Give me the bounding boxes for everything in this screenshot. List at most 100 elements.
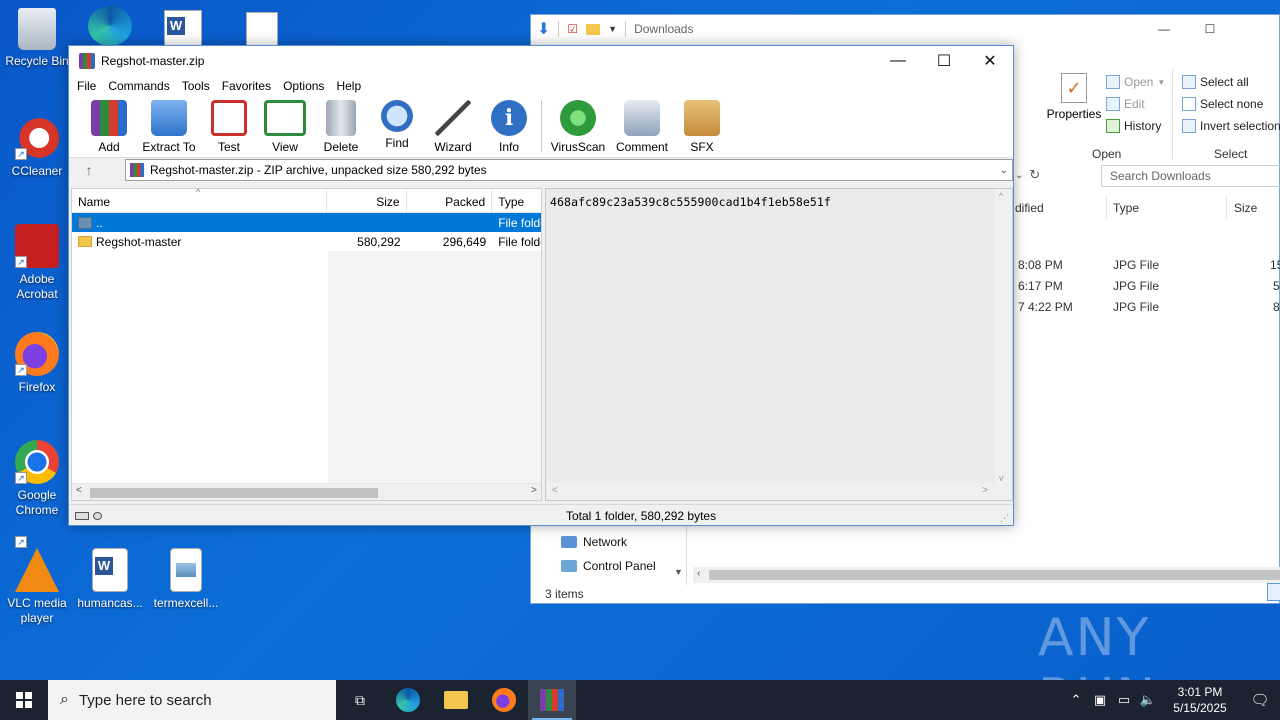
zip-archive-icon: [130, 163, 144, 177]
taskbar-firefox-button[interactable]: [480, 680, 528, 720]
column-header-packed[interactable]: Packed: [407, 189, 493, 212]
toolbar-info-button[interactable]: i Info: [481, 100, 537, 154]
drive-status-icons[interactable]: [75, 511, 102, 520]
magnifier-icon: [381, 100, 413, 132]
toolbar-comment-button[interactable]: Comment: [610, 100, 674, 154]
history-icon: [1106, 119, 1120, 133]
image-desktop-icon[interactable]: [246, 12, 278, 46]
winrar-title-bar[interactable]: Regshot-master.zip — ☐ ✕: [69, 46, 1013, 76]
desktop-icon-termexcell[interactable]: termexcell...: [150, 548, 222, 611]
nav-item-network[interactable]: Network: [561, 535, 627, 549]
maximize-button[interactable]: ☐: [921, 46, 967, 76]
toolbar-find-button[interactable]: Find: [369, 100, 425, 150]
table-row[interactable]: Regshot-master 580,292 296,649 File fold…: [72, 232, 541, 251]
word-desktop-icon[interactable]: W: [164, 10, 202, 46]
archive-file-list[interactable]: Name^ Size Packed Type .. File folder Re…: [71, 188, 542, 501]
file-type: JPG File: [1113, 300, 1160, 314]
properties-group[interactable]: ✓ Properties: [1044, 73, 1104, 121]
toolbar-wizard-button[interactable]: Wizard: [425, 100, 481, 154]
column-header-type[interactable]: Type: [1113, 201, 1139, 215]
close-button[interactable]: ✕: [967, 46, 1013, 76]
search-input[interactable]: Search Downloads: [1101, 165, 1280, 187]
menu-tools[interactable]: Tools: [176, 79, 216, 93]
menu-file[interactable]: File: [71, 79, 102, 93]
chevron-down-icon[interactable]: ⌄: [1000, 165, 1008, 176]
task-view-button[interactable]: ⧉: [336, 680, 384, 720]
taskbar-edge-button[interactable]: [384, 680, 432, 720]
taskbar-search-box[interactable]: ⌕ Type here to search: [48, 680, 336, 720]
toolbar-add-button[interactable]: Add: [81, 100, 137, 154]
close-button[interactable]: [1233, 15, 1279, 43]
up-arrow-icon[interactable]: ↑: [69, 162, 109, 178]
desktop-icon-label: Recycle Bin: [5, 54, 69, 68]
history-button[interactable]: History: [1106, 115, 1165, 137]
scroll-left-arrow[interactable]: <: [76, 485, 82, 496]
column-header-size[interactable]: Size: [1234, 201, 1257, 215]
file-list-horizontal-scrollbar[interactable]: < >: [72, 483, 541, 500]
control-panel-icon: [561, 560, 577, 572]
edit-button[interactable]: Edit: [1106, 93, 1165, 115]
maximize-button[interactable]: ☐: [1187, 15, 1233, 43]
column-header-type[interactable]: Type: [492, 189, 541, 212]
download-arrow-icon[interactable]: ⬇: [537, 19, 550, 39]
archive-comment-pane[interactable]: 468afc89c23a539c8c555900cad1b4f1eb58e51f…: [545, 188, 1013, 501]
toolbar-delete-button[interactable]: Delete: [313, 100, 369, 154]
checklist-icon[interactable]: ☑: [567, 22, 578, 36]
comment-horizontal-scrollbar[interactable]: < >: [546, 483, 1012, 500]
resize-grip[interactable]: ⋰: [1000, 513, 1009, 524]
chevron-down-icon[interactable]: ▼: [608, 24, 617, 34]
minimize-button[interactable]: —: [1141, 15, 1187, 43]
menu-help[interactable]: Help: [330, 79, 367, 93]
column-header-modified[interactable]: dified: [1015, 201, 1044, 215]
start-button[interactable]: [0, 680, 48, 720]
desktop-icon-acrobat[interactable]: ↗ Adobe Acrobat: [1, 224, 73, 302]
winrar-window[interactable]: Regshot-master.zip — ☐ ✕ File Commands T…: [68, 45, 1014, 526]
desktop-icon-humancas[interactable]: W humancas...: [74, 548, 146, 611]
toolbar-test-button[interactable]: Test: [201, 100, 257, 154]
chevron-down-icon[interactable]: ⌄: [1015, 170, 1023, 181]
column-header-size[interactable]: Size: [327, 189, 407, 212]
desktop-icon-ccleaner[interactable]: ↗ CCleaner: [1, 116, 73, 179]
desktop-icon-vlc[interactable]: ↗ VLC media player: [1, 536, 73, 626]
archive-path-dropdown[interactable]: Regshot-master.zip - ZIP archive, unpack…: [125, 159, 1013, 181]
toolbar-virusscan-button[interactable]: VirusScan: [546, 100, 610, 154]
desktop-icon-recycle-bin[interactable]: Recycle Bin: [1, 8, 73, 69]
scroll-right-arrow[interactable]: >: [531, 485, 537, 496]
network-icon[interactable]: ▭: [1112, 692, 1136, 708]
chevron-up-icon[interactable]: ⌃: [1064, 692, 1088, 708]
desktop-icon-firefox[interactable]: ↗ Firefox: [1, 332, 73, 395]
minimize-button[interactable]: —: [875, 46, 921, 76]
details-view-icon[interactable]: [1267, 583, 1280, 601]
device-icon[interactable]: ▣: [1088, 692, 1112, 708]
volume-icon[interactable]: 🔈: [1136, 692, 1160, 708]
winrar-icon: [540, 689, 564, 711]
open-button[interactable]: Open ▼: [1106, 71, 1165, 93]
notification-icon[interactable]: 🗨: [1240, 691, 1280, 709]
nav-scroll-down-arrow[interactable]: ▼: [674, 567, 683, 577]
toolbar-sfx-button[interactable]: SFX: [674, 100, 730, 154]
edge-desktop-icon[interactable]: [88, 6, 132, 46]
menu-options[interactable]: Options: [277, 79, 330, 93]
menu-favorites[interactable]: Favorites: [216, 79, 277, 93]
refresh-icon[interactable]: ↻: [1029, 167, 1040, 183]
taskbar-clock[interactable]: 3:01 PM 5/15/2025: [1160, 684, 1240, 716]
desktop-icon-chrome[interactable]: ↗ Google Chrome: [1, 440, 73, 518]
toolbar-view-button[interactable]: View: [257, 100, 313, 154]
taskbar-file-explorer-button[interactable]: [432, 680, 480, 720]
comment-vertical-scrollbar[interactable]: ^ v: [995, 189, 1012, 485]
nav-item-control-panel[interactable]: Control Panel: [561, 559, 656, 573]
image-file-icon: [170, 548, 202, 592]
file-size: 5: [1273, 279, 1280, 293]
scrollbar-thumb[interactable]: [709, 570, 1280, 580]
menu-commands[interactable]: Commands: [102, 79, 175, 93]
folder-icon[interactable]: [586, 23, 601, 35]
toolbar-extract-to-button[interactable]: Extract To: [137, 100, 201, 154]
table-row[interactable]: .. File folder: [72, 213, 541, 232]
horizontal-scrollbar[interactable]: ‹: [693, 567, 1280, 583]
column-header-name[interactable]: Name ^: [72, 189, 327, 212]
select-none-button[interactable]: Select none: [1182, 93, 1280, 115]
scrollbar-thumb[interactable]: [90, 488, 378, 498]
taskbar-winrar-button[interactable]: [528, 680, 576, 720]
invert-selection-button[interactable]: Invert selection: [1182, 115, 1280, 137]
select-all-button[interactable]: Select all: [1182, 71, 1280, 93]
